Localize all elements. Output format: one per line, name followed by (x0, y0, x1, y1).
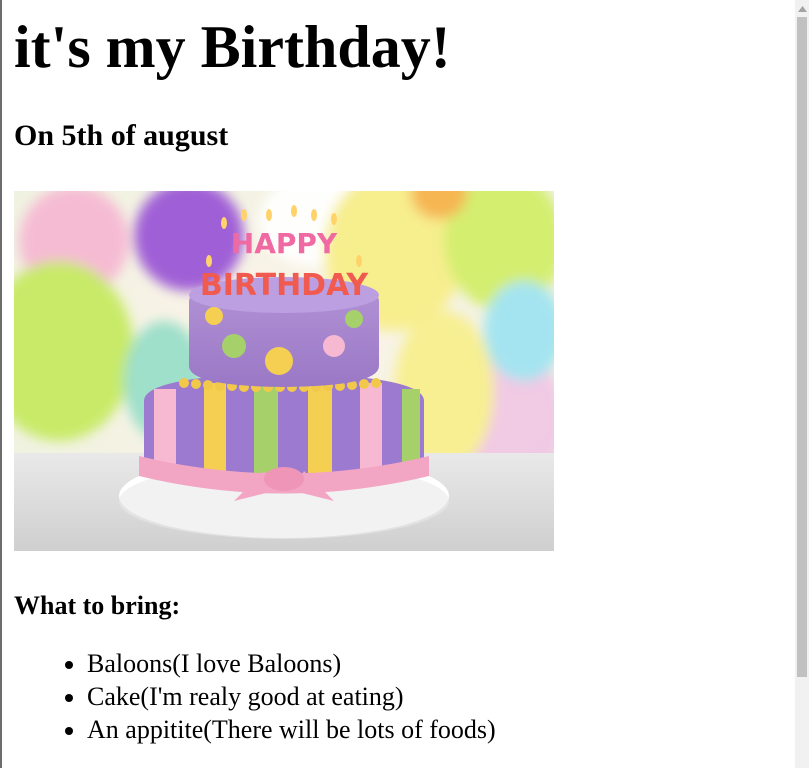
scrollbar-thumb[interactable] (797, 17, 807, 677)
bring-list: Baloons(I love Baloons) Cake(I'm realy g… (14, 647, 794, 746)
list-item: Cake(I'm realy good at eating) (87, 680, 794, 713)
cake-topper-happy: HAPPY (231, 227, 338, 260)
window-border (0, 0, 2, 768)
chevron-up-icon[interactable] (795, 0, 809, 17)
vertical-scrollbar[interactable] (795, 0, 809, 768)
list-item: Baloons(I love Baloons) (87, 647, 794, 680)
page-title: it's my Birthday! (14, 14, 451, 80)
list-item: An appitite(There will be lots of foods) (87, 713, 794, 746)
page-subtitle: On 5th of august (14, 119, 229, 152)
bring-heading: What to bring: (14, 591, 181, 620)
browser-viewport: it's my Birthday! On 5th of august HAPPY… (0, 0, 809, 768)
page-content: it's my Birthday! On 5th of august HAPPY… (14, 0, 794, 746)
birthday-cake-image: HAPPY BIRTHDAY (14, 191, 554, 551)
cake-topper-birthday: BIRTHDAY (200, 268, 370, 303)
